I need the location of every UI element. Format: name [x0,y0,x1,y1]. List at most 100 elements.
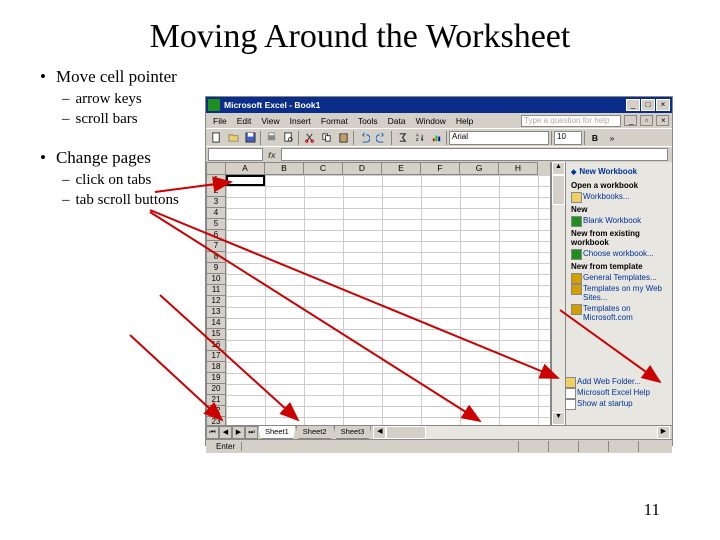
chart-button[interactable] [428,130,444,145]
horizontal-scrollbar[interactable]: ◀ ▶ [373,426,670,439]
name-box[interactable] [208,148,263,161]
row-header[interactable]: 5 [206,219,226,230]
slide-title: Moving Around the Worksheet [0,0,720,66]
scroll-up-button[interactable]: ▲ [552,162,565,175]
scroll-left-button[interactable]: ◀ [373,426,386,439]
redo-button[interactable] [373,130,389,145]
select-all-corner[interactable] [206,162,226,175]
doc-minimize-button[interactable]: _ [624,115,637,126]
menu-format[interactable]: Format [317,116,352,126]
excel-app-icon [208,99,220,111]
row-header[interactable]: 17 [206,351,226,362]
column-header[interactable]: F [421,162,460,175]
menu-window[interactable]: Window [412,116,450,126]
tab-first-button[interactable]: ⏮ [206,426,219,439]
sheet-tab-3[interactable]: Sheet3 [334,426,372,439]
sheet-tab-2[interactable]: Sheet2 [296,426,334,439]
row-header[interactable]: 13 [206,307,226,318]
row-header[interactable]: 20 [206,384,226,395]
bold-button[interactable]: B [587,130,603,145]
close-button[interactable]: × [656,99,670,111]
formula-input[interactable] [281,148,668,161]
scroll-down-button[interactable]: ▼ [552,412,565,425]
menu-insert[interactable]: Insert [286,116,315,126]
ms-templates-link[interactable]: Templates on Microsoft.com [569,303,669,323]
tab-next-button[interactable]: ▶ [232,426,245,439]
column-header[interactable]: G [460,162,499,175]
row-header[interactable]: 4 [206,208,226,219]
titlebar: Microsoft Excel - Book1 _ □ × [206,97,672,113]
choose-workbook-link[interactable]: Choose workbook... [569,248,669,259]
open-workbooks-link[interactable]: Workbooks... [569,191,669,202]
row-header[interactable]: 10 [206,274,226,285]
row-header[interactable]: 1 [206,175,226,186]
worksheet-grid[interactable]: A B C D E F G H 1 2 3 4 5 6 7 8 [206,162,551,425]
hscroll-thumb[interactable] [386,426,426,439]
more-buttons[interactable]: » [604,130,620,145]
doc-restore-button[interactable]: ▫ [640,115,653,126]
menu-help[interactable]: Help [452,116,477,126]
autosum-button[interactable] [394,130,410,145]
row-header[interactable]: 6 [206,230,226,241]
paste-button[interactable] [335,130,351,145]
menu-edit[interactable]: Edit [233,116,256,126]
general-templates-link[interactable]: General Templates... [569,272,669,283]
row-header[interactable]: 7 [206,241,226,252]
new-button[interactable] [208,130,224,145]
column-header[interactable]: A [226,162,265,175]
row-header[interactable]: 8 [206,252,226,263]
column-header[interactable]: H [499,162,538,175]
column-header[interactable]: E [382,162,421,175]
row-header[interactable]: 2 [206,186,226,197]
row-header[interactable]: 19 [206,373,226,384]
fx-icon[interactable]: fx [265,150,279,160]
row-header[interactable]: 18 [206,362,226,373]
excel-help-link[interactable]: Microsoft Excel Help [563,387,668,398]
add-web-folder-link[interactable]: Add Web Folder... [563,376,668,387]
maximize-button[interactable]: □ [641,99,655,111]
sheet-tab-1[interactable]: Sheet1 [258,426,296,439]
row-header[interactable]: 22 [206,406,226,417]
font-select[interactable]: Arial [449,131,549,145]
minimize-button[interactable]: _ [626,99,640,111]
cut-button[interactable] [301,130,317,145]
formula-bar: fx [206,146,672,162]
row-header[interactable]: 12 [206,296,226,307]
font-size-select[interactable]: 10 [554,131,582,145]
menu-file[interactable]: File [209,116,231,126]
row-header[interactable]: 16 [206,340,226,351]
preview-button[interactable] [280,130,296,145]
web-templates-link[interactable]: Templates on my Web Sites... [569,283,669,303]
row-header[interactable]: 3 [206,197,226,208]
sheet-tabs-row: ⏮ ◀ ▶ ⏭ Sheet1 Sheet2 Sheet3 ◀ ▶ [206,425,672,439]
copy-button[interactable] [318,130,334,145]
open-button[interactable] [225,130,241,145]
task-pane: New Workbook Open a workbook Workbooks..… [565,162,672,425]
menu-tools[interactable]: Tools [354,116,382,126]
sub-click-tabs: click on tabs [62,171,205,191]
scroll-thumb[interactable] [552,175,565,205]
row-header[interactable]: 15 [206,329,226,340]
tab-prev-button[interactable]: ◀ [219,426,232,439]
row-header[interactable]: 9 [206,263,226,274]
save-button[interactable] [242,130,258,145]
blank-workbook-link[interactable]: Blank Workbook [569,215,669,226]
column-header[interactable]: C [304,162,343,175]
menu-view[interactable]: View [257,116,283,126]
row-header[interactable]: 11 [206,285,226,296]
help-search-input[interactable]: Type a question for help [521,115,621,127]
row-header[interactable]: 14 [206,318,226,329]
doc-close-button[interactable]: × [656,115,669,126]
column-header[interactable]: B [265,162,304,175]
sort-asc-button[interactable]: AZ [411,130,427,145]
row-header[interactable]: 21 [206,395,226,406]
undo-button[interactable] [356,130,372,145]
row-header[interactable]: 23 [206,417,226,425]
tab-last-button[interactable]: ⏭ [245,426,258,439]
print-button[interactable] [263,130,279,145]
show-startup-checkbox[interactable]: Show at startup [563,398,668,409]
menu-data[interactable]: Data [384,116,410,126]
scroll-right-button[interactable]: ▶ [657,426,670,439]
column-header[interactable]: D [343,162,382,175]
sub-tab-scroll: tab scroll buttons [62,191,205,211]
